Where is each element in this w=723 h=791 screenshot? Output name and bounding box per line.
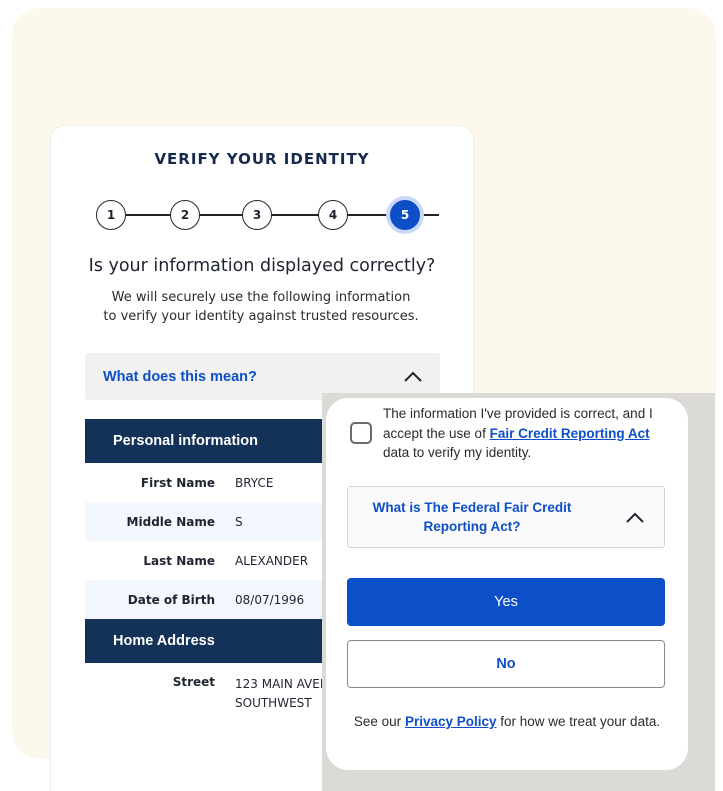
step-5-active[interactable]: 5 — [390, 200, 420, 230]
row-value: 08/07/1996 — [235, 592, 305, 607]
consent-card: The information I've provided is correct… — [326, 398, 688, 770]
accordion-label: What does this mean? — [103, 368, 257, 385]
consent-text-after: data to verify my identity. — [383, 445, 532, 460]
fcra-link[interactable]: Fair Credit Reporting Act — [490, 426, 650, 441]
row-label: Street — [172, 675, 215, 689]
privacy-policy-link[interactable]: Privacy Policy — [405, 714, 497, 729]
subtext-line-2: to verify your identity against trusted … — [103, 309, 419, 324]
row-value: BRYCE — [235, 475, 274, 490]
no-button[interactable]: No — [347, 640, 665, 688]
step-4[interactable]: 4 — [318, 200, 348, 230]
progress-stepper: 1 2 3 4 5 — [51, 198, 473, 232]
privacy-text-after: for how we treat your data. — [496, 714, 661, 729]
row-label: Last Name — [143, 553, 215, 568]
consent-text: The information I've provided is correct… — [383, 404, 673, 463]
step-1[interactable]: 1 — [96, 200, 126, 230]
subtext-line-1: We will securely use the following infor… — [111, 290, 411, 305]
street-line-2: SOUTHWEST — [235, 696, 312, 710]
chevron-up-icon — [624, 511, 646, 525]
question-heading: Is your information displayed correctly? — [88, 256, 436, 276]
row-value: ALEXANDER — [235, 553, 309, 568]
fcra-accordion[interactable]: What is The Federal Fair Credit Reportin… — [347, 486, 665, 548]
row-value: S — [235, 514, 243, 529]
street-line-1: 123 MAIN AVEN — [235, 677, 329, 691]
step-3[interactable]: 3 — [242, 200, 272, 230]
row-label: First Name — [140, 475, 215, 490]
yes-button[interactable]: Yes — [347, 578, 665, 626]
row-value: 123 MAIN AVEN SOUTHWEST — [235, 675, 329, 713]
card-title: VERIFY YOUR IDENTITY — [154, 150, 370, 168]
privacy-text-before: See our — [353, 714, 405, 729]
subtext: We will securely use the following infor… — [91, 288, 431, 326]
step-2[interactable]: 2 — [170, 200, 200, 230]
row-label: Date of Birth — [127, 592, 215, 607]
checkbox-icon[interactable] — [350, 422, 372, 444]
privacy-note: See our Privacy Policy for how we treat … — [350, 712, 664, 732]
fcra-accordion-label: What is The Federal Fair Credit Reportin… — [372, 500, 572, 534]
chevron-up-icon — [402, 370, 424, 384]
row-label: Middle Name — [126, 514, 215, 529]
